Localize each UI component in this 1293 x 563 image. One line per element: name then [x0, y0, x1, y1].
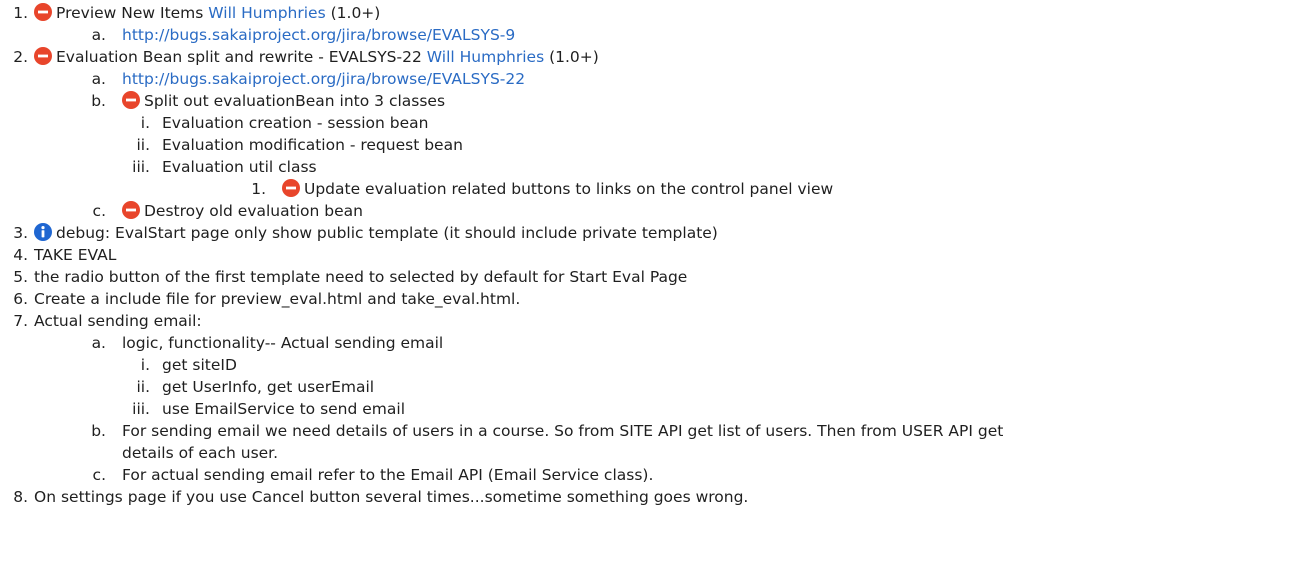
item-text: use EmailService to send email: [162, 400, 406, 418]
item-number: i.: [140, 114, 150, 132]
item-number: iii.: [132, 400, 150, 418]
item-number: a.: [91, 334, 106, 352]
item-number: 8.: [13, 488, 28, 506]
item-number: 2.: [13, 48, 28, 66]
item-number: ii.: [136, 136, 150, 154]
item-number: 1.: [13, 4, 28, 22]
item-text: get UserInfo, get userEmail: [162, 378, 375, 396]
item-number: 6.: [13, 290, 28, 308]
item-number: iii.: [132, 158, 150, 176]
version-text: (1.0+): [549, 48, 599, 66]
jira-link[interactable]: http://bugs.sakaiproject.org/jira/browse…: [122, 26, 515, 44]
item-number: 3.: [13, 224, 28, 242]
item-text: Evaluation creation - session bean: [162, 114, 429, 132]
user-link[interactable]: Will Humphries: [208, 4, 325, 22]
item-text: Destroy old evaluation bean: [144, 202, 363, 220]
item-text: details of each user.: [122, 444, 279, 462]
item-number: 4.: [13, 246, 28, 264]
item-text: the radio button of the first template n…: [34, 268, 688, 286]
jira-link[interactable]: http://bugs.sakaiproject.org/jira/browse…: [122, 70, 525, 88]
item-number: c.: [92, 466, 106, 484]
item-text: Update evaluation related buttons to lin…: [304, 180, 834, 198]
item-number: b.: [91, 92, 106, 110]
item-text: Create a include file for preview_eval.h…: [34, 290, 521, 308]
item-number: a.: [91, 70, 106, 88]
item-text: Preview New Items: [56, 4, 204, 22]
item-text: For actual sending email refer to the Em…: [122, 466, 654, 484]
error-icon: [122, 201, 140, 219]
item-text: TAKE EVAL: [34, 246, 117, 264]
error-icon: [34, 47, 52, 65]
item-number: c.: [92, 202, 106, 220]
item-number: 1.: [251, 180, 266, 198]
error-icon: [282, 179, 300, 197]
item-text: Evaluation modification - request bean: [162, 136, 463, 154]
item-number: 5.: [13, 268, 28, 286]
item-number: b.: [91, 422, 106, 440]
info-icon: [34, 223, 52, 241]
item-number: i.: [140, 356, 150, 374]
item-text: debug: EvalStart page only show public t…: [56, 224, 718, 242]
item-text: get siteID: [162, 356, 237, 374]
item-number: 7.: [13, 312, 28, 330]
user-link[interactable]: Will Humphries: [427, 48, 544, 66]
item-text: Evaluation Bean split and rewrite - EVAL…: [56, 48, 422, 66]
item-text: Split out evaluationBean into 3 classes: [144, 92, 446, 110]
item-text: logic, functionality-- Actual sending em…: [122, 334, 444, 352]
error-icon: [34, 3, 52, 21]
item-text: Actual sending email:: [34, 312, 202, 330]
error-icon: [122, 91, 140, 109]
item-text: On settings page if you use Cancel butto…: [34, 488, 749, 506]
item-text: For sending email we need details of use…: [122, 422, 1004, 440]
item-text: Evaluation util class: [162, 158, 317, 176]
item-number: a.: [91, 26, 106, 44]
version-text: (1.0+): [330, 4, 381, 22]
item-number: ii.: [136, 378, 150, 396]
